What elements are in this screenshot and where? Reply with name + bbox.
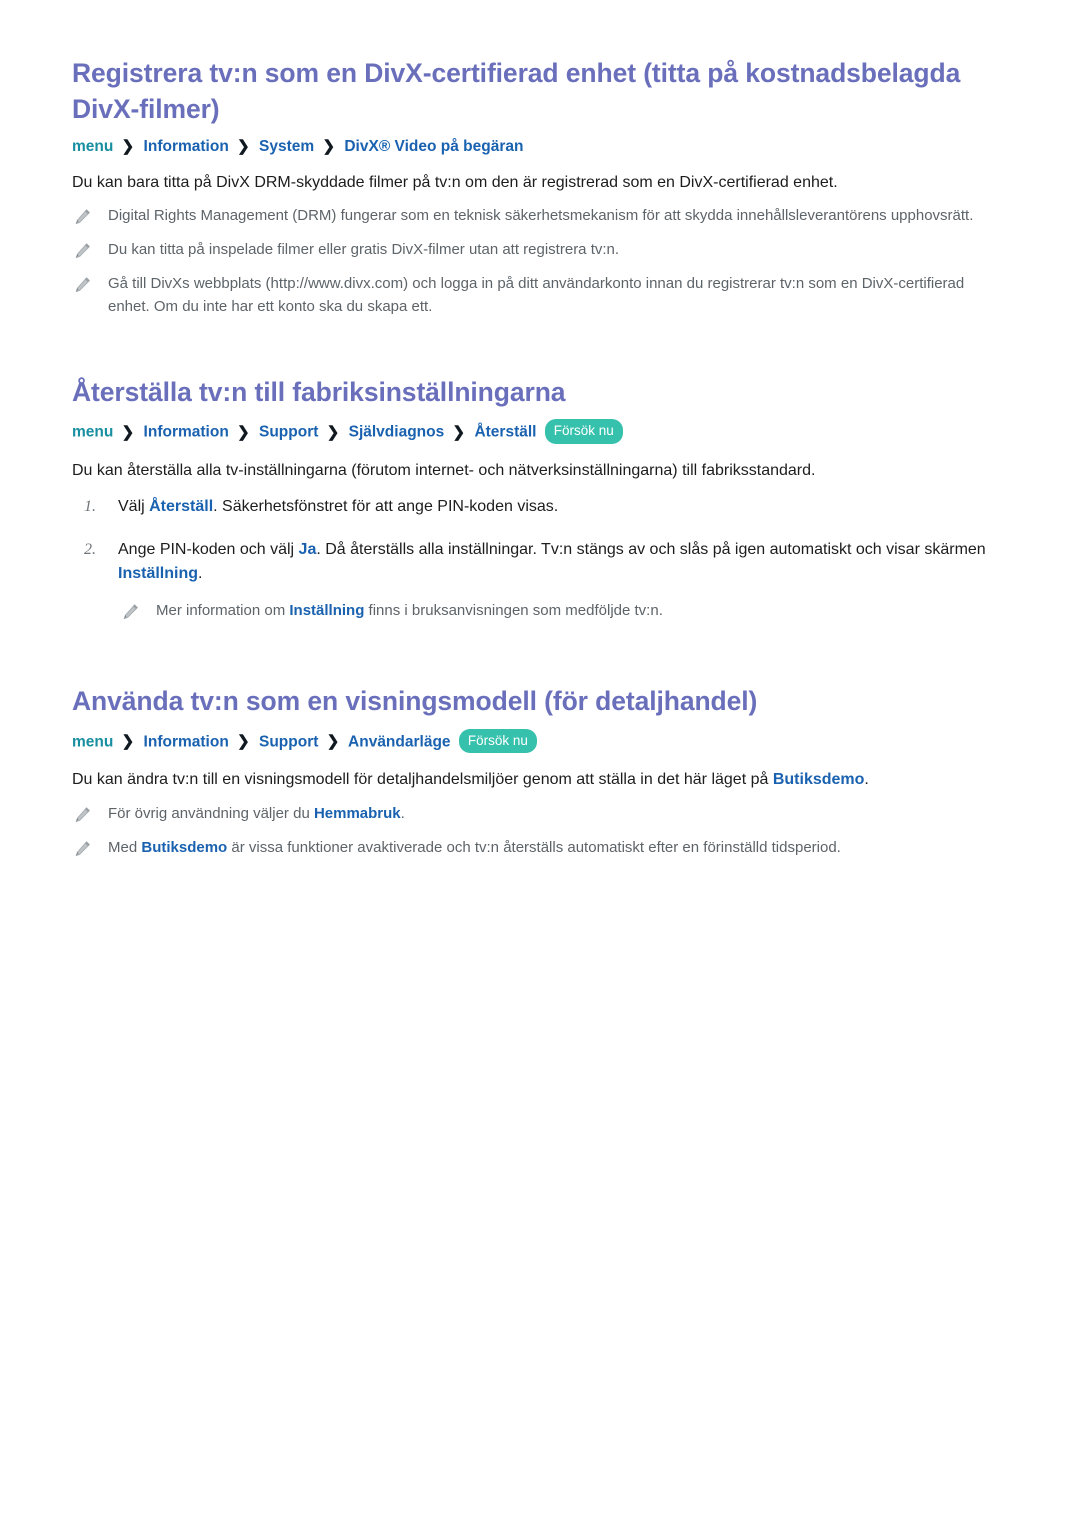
section-retail-mode: Använda tv:n som en visningsmodell (för …	[72, 684, 1008, 860]
note-text-part: Med	[108, 838, 142, 856]
pencil-icon	[72, 805, 94, 827]
inline-term-butiksdemo[interactable]: Butiksdemo	[773, 771, 865, 788]
section-lead-paragraph: Du kan ändra tv:n till en visningsmodell…	[72, 768, 1008, 792]
breadcrumb: menu ❯ Information ❯ Support ❯ Självdiag…	[72, 419, 1008, 445]
ordered-step-list: 1. Välj Återställ. Säkerhetsfönstret för…	[72, 495, 1008, 586]
note-item: Du kan titta på inspelade filmer eller g…	[72, 239, 1008, 263]
list-item: 2. Ange PIN-koden och välj Ja. Då återst…	[72, 538, 1008, 587]
step-text-part: .	[198, 564, 203, 582]
list-item: 1. Välj Återställ. Säkerhetsfönstret för…	[72, 495, 1008, 519]
breadcrumb-item-information[interactable]: Information	[144, 733, 229, 750]
chevron-right-icon: ❯	[121, 423, 135, 441]
section-divx: Registrera tv:n som en DivX-certifierad …	[72, 56, 1008, 319]
step-text-part: Välj	[118, 498, 150, 516]
chevron-right-icon: ❯	[237, 423, 250, 441]
breadcrumb-item-anvandarlage[interactable]: Användarläge	[348, 733, 451, 750]
inline-term-installning[interactable]: Inställning	[289, 602, 364, 619]
breadcrumb-item-support[interactable]: Support	[259, 424, 318, 441]
chevron-right-icon: ❯	[121, 138, 135, 155]
lead-text-part: Du kan ändra tv:n till en visningsmodell…	[72, 771, 773, 789]
document-page: Registrera tv:n som en DivX-certifierad …	[0, 0, 1080, 861]
section-title: Återställa tv:n till fabriksinställninga…	[72, 376, 566, 407]
note-item: Med Butiksdemo är vissa funktioner avakt…	[72, 837, 1008, 861]
try-now-badge[interactable]: Försök nu	[544, 419, 623, 444]
step-text: Välj Återställ. Säkerhetsfönstret för at…	[118, 495, 558, 519]
lead-text-part: .	[864, 771, 869, 789]
pencil-icon	[72, 207, 94, 229]
note-text: Gå till DivXs webbplats (http://www.divx…	[108, 275, 965, 315]
section-title: Använda tv:n som en visningsmodell (för …	[72, 686, 758, 717]
pencil-icon	[72, 275, 94, 297]
chevron-right-icon: ❯	[452, 423, 466, 441]
step-text-part: . Då återställs alla inställningar. Tv:n…	[316, 540, 986, 558]
note-item: Mer information om Inställning finns i b…	[120, 600, 1008, 624]
chevron-right-icon: ❯	[326, 423, 340, 441]
chevron-right-icon: ❯	[322, 138, 336, 155]
note-text: Du kan titta på inspelade filmer eller g…	[108, 241, 620, 259]
note-text: Mer information om Inställning finns i b…	[156, 600, 663, 623]
section-factory-reset: Återställa tv:n till fabriksinställninga…	[72, 375, 1008, 624]
pencil-icon	[72, 839, 94, 861]
note-text-part: finns i bruksanvisningen som medföljde t…	[364, 602, 663, 620]
note-text-part: är vissa funktioner avaktiverade och tv:…	[227, 838, 841, 856]
note-text-part: Mer information om	[156, 602, 290, 620]
note-item: För övrig användning väljer du Hemmabruk…	[72, 803, 1008, 827]
try-now-badge[interactable]: Försök nu	[458, 728, 537, 754]
inline-term-aterstall[interactable]: Återställ	[149, 498, 213, 515]
breadcrumb-item-aterstall[interactable]: Återställ	[474, 424, 536, 441]
step-text-part: . Säkerhetsfönstret för att ange PIN-kod…	[213, 498, 559, 516]
step-text: Ange PIN-koden och välj Ja. Då återställ…	[118, 538, 1008, 587]
step-text-part: Ange PIN-koden och välj	[118, 540, 299, 558]
inline-term-installning[interactable]: Inställning	[118, 565, 198, 582]
inline-term-ja[interactable]: Ja	[299, 541, 317, 558]
note-text: Med Butiksdemo är vissa funktioner avakt…	[108, 837, 841, 860]
breadcrumb-root[interactable]: menu	[72, 138, 113, 155]
breadcrumb-item-system[interactable]: System	[259, 138, 314, 155]
breadcrumb-item-sjalvdiagnos[interactable]: Självdiagnos	[349, 424, 445, 441]
pencil-icon	[72, 241, 94, 263]
breadcrumb-item-divx-video[interactable]: DivX® Video på begäran	[344, 138, 523, 155]
chevron-right-icon: ❯	[121, 733, 135, 751]
note-item: Gå till DivXs webbplats (http://www.divx…	[72, 273, 1008, 319]
chevron-right-icon: ❯	[237, 733, 250, 751]
inline-term-butiksdemo[interactable]: Butiksdemo	[141, 839, 227, 856]
note-item: Digital Rights Management (DRM) fungerar…	[72, 205, 1008, 229]
chevron-right-icon: ❯	[326, 733, 340, 751]
note-text: Digital Rights Management (DRM) fungerar…	[108, 207, 974, 225]
inline-term-hemmabruk[interactable]: Hemmabruk	[314, 805, 401, 822]
pencil-icon	[120, 602, 142, 624]
section-lead-paragraph: Du kan bara titta på DivX DRM-skyddade f…	[72, 173, 838, 191]
chevron-right-icon: ❯	[237, 138, 250, 155]
step-number: 2.	[84, 540, 96, 558]
note-text: För övrig användning väljer du Hemmabruk…	[108, 803, 405, 826]
breadcrumb-item-support[interactable]: Support	[259, 733, 318, 750]
section-lead-paragraph: Du kan återställa alla tv-inställningarn…	[72, 461, 816, 479]
note-text-part: För övrig användning väljer du	[108, 804, 314, 822]
breadcrumb: menu ❯ Information ❯ Support ❯ Användarl…	[72, 728, 1008, 755]
breadcrumb-root[interactable]: menu	[72, 733, 113, 750]
step-number: 1.	[84, 498, 96, 516]
note-text-part: .	[400, 804, 405, 822]
page-title: Registrera tv:n som en DivX-certifierad …	[72, 58, 961, 124]
breadcrumb-item-information[interactable]: Information	[144, 424, 229, 441]
breadcrumb: menu ❯ Information ❯ System ❯ DivX® Vide…	[72, 137, 1008, 157]
breadcrumb-root[interactable]: menu	[72, 424, 113, 441]
breadcrumb-item-information[interactable]: Information	[144, 138, 229, 155]
